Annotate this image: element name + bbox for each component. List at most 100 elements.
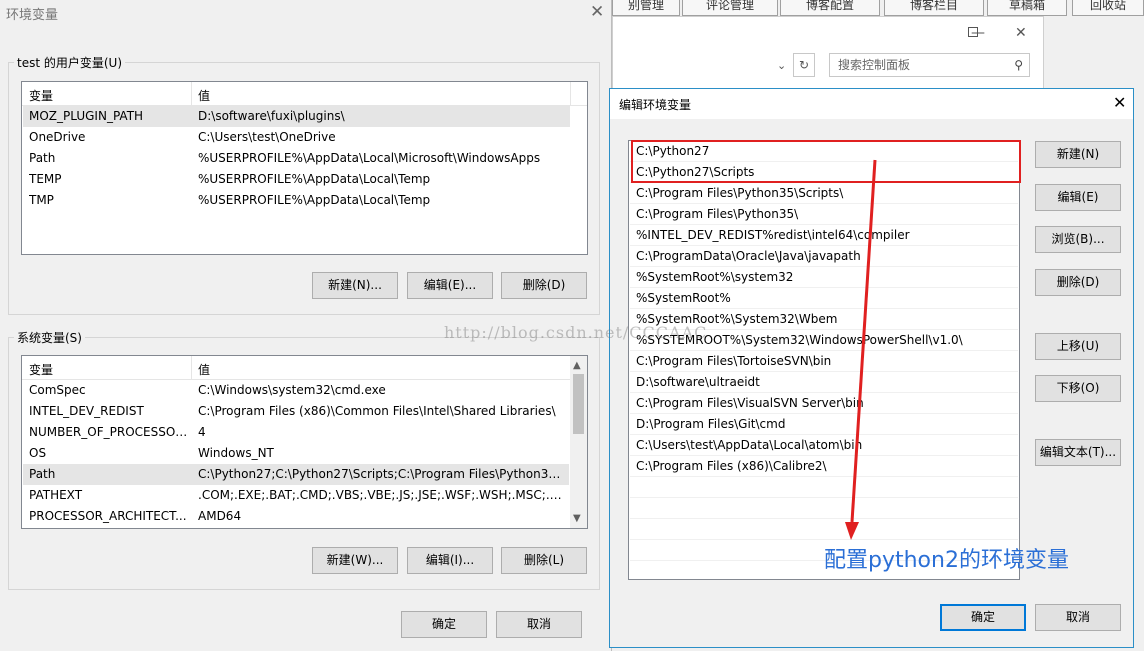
path-item[interactable]: %SystemRoot%\system32 [630, 267, 1018, 288]
user-var-row[interactable]: MOZ_PLUGIN_PATH D:\software\fuxi\plugins… [23, 106, 570, 127]
col-val-header[interactable]: 值 [198, 361, 210, 378]
bg-tab-label: 博客栏目 [909, 0, 958, 12]
var-name: ComSpec [29, 383, 86, 397]
var-value: %USERPROFILE%\AppData\Local\Temp [198, 172, 431, 186]
var-value: C:\Program Files (x86)\Common Files\Inte… [198, 404, 556, 418]
path-item[interactable]: C:\Program Files (x86)\Calibre2\ [630, 456, 1018, 477]
edit-ok-button[interactable]: 确定 [940, 604, 1026, 631]
bg-tab-0[interactable]: 别管理 [612, 0, 680, 16]
close-icon[interactable]: ✕ [1015, 25, 1027, 41]
user-vars-list[interactable]: 变量 值 MOZ_PLUGIN_PATH D:\software\fuxi\pl… [21, 81, 588, 255]
title-bar: 编辑环境变量 ✕ [610, 89, 1133, 119]
var-value: C:\Windows\system32\cmd.exe [198, 383, 386, 397]
var-name: NUMBER_OF_PROCESSORS [29, 425, 189, 439]
user-delete-button[interactable]: 删除(D) [501, 272, 587, 299]
bg-tab-label: 回收站 [1089, 0, 1126, 12]
path-item-empty[interactable] [630, 477, 1018, 498]
edit-delete-button[interactable]: 删除(D) [1035, 269, 1121, 296]
user-var-row[interactable]: OneDrive C:\Users\test\OneDrive [23, 127, 570, 148]
user-new-button[interactable]: 新建(N)... [312, 272, 398, 299]
move-up-button[interactable]: 上移(U) [1035, 333, 1121, 360]
var-name: Path [29, 467, 56, 481]
var-name: MOZ_PLUGIN_PATH [29, 109, 144, 123]
edit-browse-button[interactable]: 浏览(B)... [1035, 226, 1121, 253]
system-var-row[interactable]: Path C:\Python27;C:\Python27\Scripts;C:\… [23, 464, 569, 485]
list-header: 变量 值 [22, 356, 571, 380]
maximize-icon[interactable] [968, 25, 978, 41]
path-item-empty[interactable] [630, 519, 1018, 540]
scroll-down-icon[interactable]: ▼ [573, 513, 581, 524]
var-name: OS [29, 446, 47, 460]
var-name: PATHEXT [29, 488, 83, 502]
system-var-row[interactable]: INTEL_DEV_REDIST C:\Program Files (x86)\… [23, 401, 569, 422]
bg-tab-4[interactable]: 草稿箱 [987, 0, 1067, 16]
scroll-up-icon[interactable]: ▲ [573, 360, 581, 371]
path-item[interactable]: %INTEL_DEV_REDIST%redist\intel64\compile… [630, 225, 1018, 246]
system-var-row[interactable]: OS Windows_NT [23, 443, 569, 464]
edit-edit-button[interactable]: 编辑(E) [1035, 184, 1121, 211]
edit-text-button[interactable]: 编辑文本(T)... [1035, 439, 1121, 466]
user-var-row[interactable]: TEMP %USERPROFILE%\AppData\Local\Temp [23, 169, 570, 190]
var-value: AMD64 [198, 509, 242, 523]
annotation-text: 配置python2的环境变量 [824, 548, 1069, 573]
search-placeholder: 搜索控制面板 [838, 58, 911, 72]
scroll-thumb[interactable] [573, 374, 584, 434]
path-item[interactable]: %SystemRoot% [630, 288, 1018, 309]
col-var-header[interactable]: 变量 [29, 87, 53, 104]
var-name: PROCESSOR_ARCHITECT... [29, 509, 187, 523]
col-var-header[interactable]: 变量 [29, 361, 53, 378]
var-name: TEMP [29, 172, 62, 186]
system-edit-button[interactable]: 编辑(I)... [407, 547, 493, 574]
search-input[interactable]: 搜索控制面板 ⚲ [829, 53, 1030, 77]
path-item[interactable]: C:\Program Files\Python35\ [630, 204, 1018, 225]
var-name: INTEL_DEV_REDIST [29, 404, 144, 418]
var-value: C:\Python27;C:\Python27\Scripts;C:\Progr… [198, 467, 566, 481]
path-item[interactable]: C:\ProgramData\Oracle\Java\javapath [630, 246, 1018, 267]
bg-tab-label: 评论管理 [705, 0, 754, 12]
edit-cancel-button[interactable]: 取消 [1035, 604, 1121, 631]
dialog-title: 编辑环境变量 [619, 98, 692, 112]
user-var-row[interactable]: TMP %USERPROFILE%\AppData\Local\Temp [23, 190, 570, 211]
var-value: 4 [198, 425, 206, 439]
path-item-empty[interactable] [630, 498, 1018, 519]
path-item[interactable]: C:\Users\test\AppData\Local\atom\bin [630, 435, 1018, 456]
chevron-down-icon[interactable]: ⌄ [777, 59, 786, 72]
col-val-header[interactable]: 值 [198, 87, 210, 104]
bg-tab-3[interactable]: 博客栏目 [884, 0, 984, 16]
user-edit-button[interactable]: 编辑(E)... [407, 272, 493, 299]
close-icon[interactable]: ✕ [590, 2, 604, 22]
system-var-row[interactable]: PATHEXT .COM;.EXE;.BAT;.CMD;.VBS;.VBE;.J… [23, 485, 569, 506]
refresh-icon[interactable]: ↻ [793, 53, 815, 77]
system-new-button[interactable]: 新建(W)... [312, 547, 398, 574]
system-var-row[interactable]: PROCESSOR_ARCHITECT... AMD64 [23, 506, 569, 527]
highlight-box [631, 140, 1021, 183]
close-icon[interactable]: ✕ [1113, 93, 1126, 112]
path-item[interactable]: C:\Program Files\TortoiseSVN\bin [630, 351, 1018, 372]
path-item[interactable]: D:\Program Files\Git\cmd [630, 414, 1018, 435]
ok-button[interactable]: 确定 [401, 611, 487, 638]
system-vars-list[interactable]: 变量 值 ComSpec C:\Windows\system32\cmd.exe… [21, 355, 588, 529]
var-value: %USERPROFILE%\AppData\Local\Temp [198, 193, 431, 207]
path-list[interactable]: C:\Python27 C:\Python27\Scripts C:\Progr… [628, 140, 1020, 580]
system-var-row[interactable]: NUMBER_OF_PROCESSORS 4 [23, 422, 569, 443]
bg-tab-1[interactable]: 评论管理 [682, 0, 778, 16]
move-down-button[interactable]: 下移(O) [1035, 375, 1121, 402]
system-vars-scrollbar[interactable]: ▲ ▼ [570, 356, 587, 528]
cancel-button[interactable]: 取消 [496, 611, 582, 638]
path-item[interactable]: C:\Program Files\Python35\Scripts\ [630, 183, 1018, 204]
var-name: Path [29, 151, 56, 165]
system-vars-label: 系统变量(S) [14, 329, 85, 346]
user-var-row[interactable]: Path %USERPROFILE%\AppData\Local\Microso… [23, 148, 570, 169]
list-header: 变量 值 [22, 82, 587, 106]
system-delete-button[interactable]: 删除(L) [501, 547, 587, 574]
var-value: %USERPROFILE%\AppData\Local\Microsoft\Wi… [198, 151, 541, 165]
bg-tab-label: 别管理 [627, 0, 664, 12]
path-item[interactable]: D:\software\ultraeidt [630, 372, 1018, 393]
var-value: Windows_NT [198, 446, 274, 460]
edit-new-button[interactable]: 新建(N) [1035, 141, 1121, 168]
bg-tab-5[interactable]: 回收站 [1072, 0, 1144, 16]
system-var-row[interactable]: ComSpec C:\Windows\system32\cmd.exe [23, 380, 569, 401]
control-panel-window: — ✕ ⌄ ↻ 搜索控制面板 ⚲ [612, 16, 1044, 90]
path-item[interactable]: C:\Program Files\VisualSVN Server\bin [630, 393, 1018, 414]
bg-tab-2[interactable]: 博客配置 [780, 0, 880, 16]
